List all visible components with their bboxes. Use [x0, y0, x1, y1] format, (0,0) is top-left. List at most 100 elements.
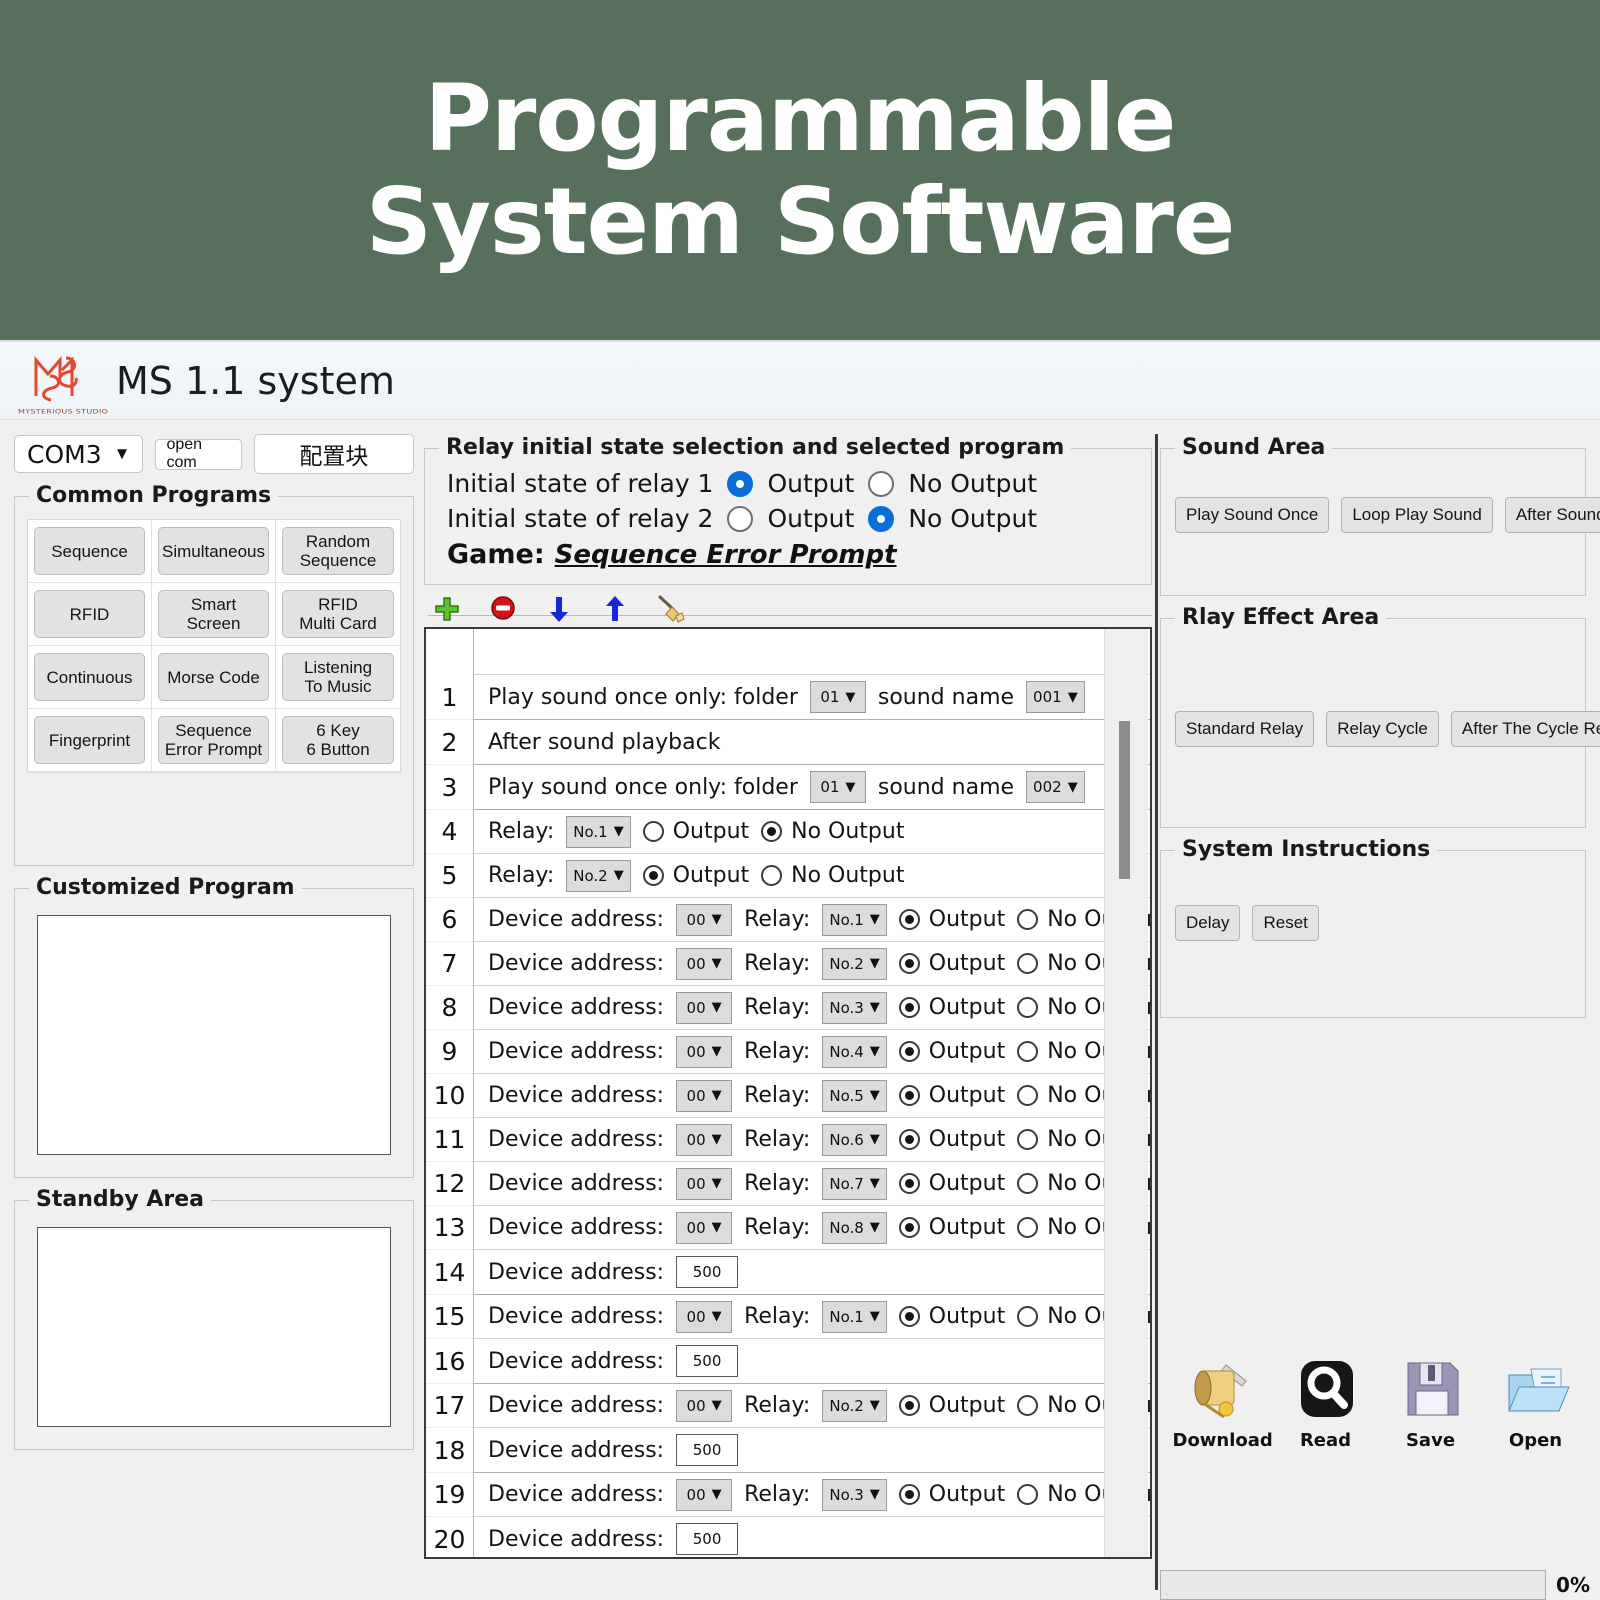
system-instruction-button-1[interactable]: Reset [1252, 905, 1319, 941]
list-item[interactable]: Device address: 00 ▼ Relay: No.2 ▼ Output No Ou… [474, 942, 1150, 986]
radio-no-output[interactable] [1017, 1484, 1039, 1505]
list-item[interactable]: Play sound once only: folder 01 ▼ sound nam… [474, 765, 1150, 810]
list-item[interactable]: Device address: 00 ▼ Relay: No.1 ▼ Output No Ou… [474, 1295, 1150, 1339]
relay-select[interactable]: No.4 ▼ [822, 1035, 887, 1068]
radio-output[interactable] [898, 1217, 920, 1238]
relay-select[interactable]: No.6 ▼ [822, 1123, 887, 1156]
list-item[interactable]: Device address: 00 ▼ Relay: No.3 ▼ Output No Ou… [474, 986, 1150, 1030]
list-item[interactable]: After sound playback [474, 720, 1150, 765]
relay-select[interactable]: No.1 ▼ [822, 1300, 887, 1333]
radio-no-output[interactable] [1017, 997, 1039, 1018]
program-list[interactable]: 1 2 3 4 5 6 7 8 9 10 11 12 13 14 15 16 17 18 19 20 Play sou… [424, 627, 1152, 1559]
folder-select[interactable]: 01 ▼ [809, 681, 866, 713]
common-program-button-9[interactable]: Fingerprint [34, 716, 145, 765]
list-item[interactable]: Device address: 500 [474, 1428, 1150, 1473]
radio-no-output[interactable] [1017, 909, 1039, 930]
device-address-select[interactable]: 00 ▼ [676, 1167, 733, 1200]
list-item[interactable]: Device address: 00 ▼ Relay: No.5 ▼ Output No Ou… [474, 1074, 1150, 1118]
relay-select[interactable]: No.3 ▼ [822, 991, 887, 1024]
com-port-select[interactable]: COM3 ▼ [14, 435, 144, 473]
radio-output[interactable] [898, 909, 920, 930]
device-address-select[interactable]: 00 ▼ [676, 1211, 733, 1244]
radio-output[interactable] [898, 1306, 920, 1327]
radio-output[interactable] [642, 865, 664, 886]
relay2-no-output-radio[interactable] [868, 505, 895, 532]
list-item[interactable]: Relay: No.2 ▼ Output No Output [474, 854, 1150, 898]
action-save-button[interactable]: Save [1383, 1352, 1479, 1451]
radio-output[interactable] [898, 1395, 920, 1416]
device-address-select[interactable]: 00 ▼ [676, 1389, 733, 1422]
list-item[interactable]: Device address: 00 ▼ Relay: No.1 ▼ Output No Ou… [474, 898, 1150, 942]
scrollbar-thumb[interactable] [1119, 721, 1130, 879]
common-program-button-6[interactable]: Continuous [34, 653, 145, 702]
relay2-output-radio[interactable] [727, 505, 754, 532]
relay-effect-button-2[interactable]: After The Cycle Relay [1450, 711, 1600, 747]
delay-value-field[interactable]: 500 [676, 1256, 739, 1288]
radio-no-output[interactable] [1017, 1395, 1039, 1416]
relay-effect-button-0[interactable]: Standard Relay [1175, 711, 1315, 747]
list-item[interactable]: Device address: 500 [474, 1517, 1150, 1557]
common-program-button-0[interactable]: Sequence [34, 527, 145, 576]
delay-value-field[interactable]: 500 [676, 1434, 739, 1466]
list-item[interactable]: Device address: 00 ▼ Relay: No.4 ▼ Output No Ou… [474, 1030, 1150, 1074]
device-address-select[interactable]: 00 ▼ [676, 1300, 733, 1333]
relay-select[interactable]: No.5 ▼ [822, 1079, 887, 1112]
move-down-icon[interactable] [544, 594, 574, 624]
common-program-button-2[interactable]: Random Sequence [282, 527, 394, 576]
relay-select[interactable]: No.2 ▼ [822, 1389, 887, 1422]
relay1-output-radio[interactable] [727, 470, 754, 497]
device-address-select[interactable]: 00 ▼ [676, 991, 733, 1024]
radio-no-output[interactable] [1017, 1085, 1039, 1106]
radio-output[interactable] [898, 1129, 920, 1150]
radio-no-output[interactable] [1017, 953, 1039, 974]
list-item[interactable]: Device address: 00 ▼ Relay: No.6 ▼ Output No Ou… [474, 1118, 1150, 1162]
sound-name-select[interactable]: 001 ▼ [1026, 681, 1085, 713]
list-item[interactable]: Device address: 00 ▼ Relay: No.7 ▼ Output No Ou… [474, 1162, 1150, 1206]
common-program-button-1[interactable]: Simultaneous [158, 527, 269, 576]
common-program-button-8[interactable]: Listening To Music [282, 653, 394, 702]
device-address-select[interactable]: 00 ▼ [676, 1123, 733, 1156]
list-item[interactable]: Relay: No.1 ▼ Output No Output [474, 810, 1150, 854]
relay-select[interactable]: No.3 ▼ [822, 1478, 887, 1511]
radio-output[interactable] [898, 1041, 920, 1062]
radio-no-output[interactable] [1017, 1173, 1039, 1194]
radio-no-output[interactable] [761, 821, 783, 842]
list-item[interactable]: Device address: 00 ▼ Relay: No.8 ▼ Output No Ou… [474, 1206, 1150, 1250]
relay-effect-button-1[interactable]: Relay Cycle [1326, 711, 1439, 747]
common-program-button-5[interactable]: RFID Multi Card [282, 590, 394, 639]
clear-icon[interactable] [656, 594, 686, 624]
device-address-select[interactable]: 00 ▼ [676, 1079, 733, 1112]
folder-select[interactable]: 01 ▼ [809, 771, 866, 803]
list-item[interactable]: Device address: 00 ▼ Relay: No.3 ▼ Output No Ou… [474, 1473, 1150, 1517]
relay-select[interactable]: No.8 ▼ [822, 1211, 887, 1244]
delete-icon[interactable] [488, 594, 518, 624]
radio-no-output[interactable] [761, 865, 783, 886]
add-icon[interactable] [432, 594, 462, 624]
common-program-button-11[interactable]: 6 Key 6 Button [282, 716, 394, 765]
radio-no-output[interactable] [1017, 1217, 1039, 1238]
config-block-button[interactable]: 配置块 [253, 434, 414, 474]
list-item[interactable]: Device address: 00 ▼ Relay: No.2 ▼ Output No Ou… [474, 1384, 1150, 1428]
action-open-button[interactable]: Open [1488, 1352, 1584, 1451]
open-com-button[interactable]: open com [155, 436, 242, 471]
relay1-no-output-radio[interactable] [868, 470, 895, 497]
delay-value-field[interactable]: 500 [676, 1345, 739, 1377]
radio-no-output[interactable] [1017, 1306, 1039, 1327]
radio-output[interactable] [642, 821, 664, 842]
system-instruction-button-0[interactable]: Delay [1175, 905, 1241, 941]
move-up-icon[interactable] [600, 594, 630, 624]
list-item[interactable]: Play sound once only: folder 01 ▼ sound nam… [474, 675, 1150, 720]
relay-select[interactable]: No.7 ▼ [822, 1167, 887, 1200]
relay-select[interactable]: No.2 ▼ [822, 947, 887, 980]
common-program-button-7[interactable]: Morse Code [158, 653, 269, 702]
radio-no-output[interactable] [1017, 1129, 1039, 1150]
customized-program-list[interactable] [37, 915, 391, 1155]
list-item[interactable]: Device address: 500 [474, 1250, 1150, 1295]
sound-area-button-2[interactable]: After Sound Play [1504, 497, 1600, 533]
radio-output[interactable] [898, 1173, 920, 1194]
common-program-button-10[interactable]: Sequence Error Prompt [158, 716, 269, 765]
common-program-button-4[interactable]: Smart Screen [158, 590, 269, 639]
delay-value-field[interactable]: 500 [676, 1523, 739, 1555]
relay-select[interactable]: No.1 ▼ [566, 815, 631, 848]
action-download-button[interactable]: Download [1173, 1352, 1273, 1451]
